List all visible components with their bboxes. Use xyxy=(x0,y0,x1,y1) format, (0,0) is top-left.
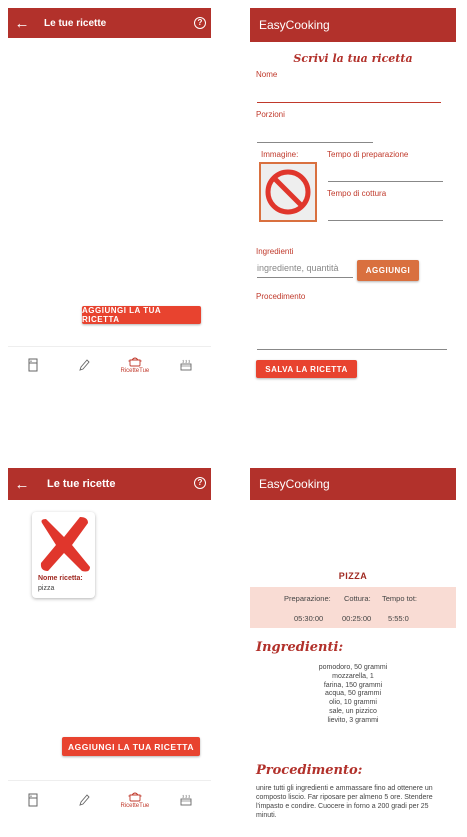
add-recipe-button[interactable]: AGGIUNGI LA TUA RICETTA xyxy=(62,737,200,756)
add-recipe-button[interactable]: AGGIUNGI LA TUA RICETTA xyxy=(82,306,201,324)
app-bar: EasyCooking xyxy=(250,8,456,42)
total-time-value: 5:55:0 xyxy=(388,614,409,623)
ingredients-title: Ingredienti: xyxy=(256,640,344,655)
prep-time-label: Tempo di preparazione xyxy=(327,150,409,159)
help-icon[interactable]: ? xyxy=(194,477,206,489)
nav-item-fridge[interactable] xyxy=(8,358,58,372)
prep-time-label: Preparazione: xyxy=(284,594,331,603)
portions-label: Porzioni xyxy=(256,110,285,119)
pan-icon xyxy=(180,794,192,805)
back-arrow-icon[interactable]: ← xyxy=(10,476,34,493)
nav-item-my-recipes[interactable]: RicetteTue xyxy=(110,355,160,374)
bottom-navigation: RicetteTue xyxy=(8,346,211,382)
page-title: Le tue ricette xyxy=(44,17,107,29)
ingredients-label: Ingredienti xyxy=(256,247,294,256)
cooking-pot-icon xyxy=(128,357,142,367)
prep-time-value: 05:30:00 xyxy=(294,614,324,623)
image-picker[interactable] xyxy=(259,162,317,222)
ingredient-item: olio, 10 grammi xyxy=(329,699,377,707)
portions-input[interactable] xyxy=(257,131,373,143)
prep-time-input[interactable] xyxy=(328,170,443,182)
procedure-text: unire tutti gli ingredienti e ammassare … xyxy=(256,785,433,819)
page-title: Le tue ricette xyxy=(47,478,116,490)
back-arrow-icon[interactable]: ← xyxy=(10,15,34,32)
no-image-icon xyxy=(265,169,311,215)
pan-icon xyxy=(180,359,192,370)
help-icon[interactable]: ? xyxy=(194,17,206,29)
name-input[interactable] xyxy=(257,91,441,103)
nav-item-fridge[interactable] xyxy=(8,793,58,807)
add-ingredient-button[interactable]: AGGIUNGI xyxy=(357,260,419,281)
fridge-icon xyxy=(28,358,38,371)
nav-item-write[interactable] xyxy=(59,793,109,807)
save-recipe-button[interactable]: SALVA LA RICETTA xyxy=(256,360,357,378)
nav-item-write[interactable] xyxy=(59,358,109,372)
name-label: Nome xyxy=(256,70,278,79)
cooking-pot-icon xyxy=(128,792,142,802)
app-bar: ← Le tue ricette ? xyxy=(8,468,211,500)
cook-time-value: 00:25:00 xyxy=(342,614,372,623)
ingredient-item: mozzarella, 1 xyxy=(332,672,374,680)
form-heading: Scrivi la tua ricetta xyxy=(293,52,413,65)
nav-item-cook[interactable] xyxy=(161,359,211,371)
total-time-label: Tempo tot: xyxy=(382,594,418,603)
recipe-title: PIZZA xyxy=(338,571,368,581)
nav-item-label: RicetteTue xyxy=(120,803,150,809)
pencil-icon xyxy=(79,793,90,806)
ingredient-input[interactable]: ingrediente, quantità xyxy=(257,263,353,278)
procedure-label: Procedimento xyxy=(256,292,306,301)
ingredient-item: lievito, 3 grammi xyxy=(327,716,379,724)
ingredient-item: pomodoro, 50 grammi xyxy=(318,664,388,671)
recipe-name-value: pizza xyxy=(38,585,55,592)
nav-item-my-recipes[interactable]: RicetteTue xyxy=(110,790,160,809)
app-bar: ← Le tue ricette ? xyxy=(8,8,211,38)
cook-time-label: Cottura: xyxy=(344,594,371,603)
ingredient-item: farina, 150 grammi xyxy=(323,681,383,689)
pencil-icon xyxy=(79,358,90,371)
fridge-icon xyxy=(28,793,38,806)
procedure-title: Procedimento: xyxy=(256,763,363,778)
ingredients-list: pomodoro, 50 grammi mozzarella, 1 farina… xyxy=(250,664,456,726)
recipe-name-label: Nome ricetta: xyxy=(38,575,83,582)
app-bar: EasyCooking xyxy=(250,468,456,500)
app-title: EasyCooking xyxy=(259,18,330,32)
nav-item-label: RicetteTue xyxy=(120,368,150,374)
procedure-input[interactable] xyxy=(257,338,447,350)
bottom-navigation: RicetteTue xyxy=(8,780,211,818)
image-label: Immagine: xyxy=(261,150,299,159)
cook-time-input[interactable] xyxy=(328,209,443,221)
app-title: EasyCooking xyxy=(259,477,330,491)
nav-item-cook[interactable] xyxy=(161,794,211,806)
ingredient-item: sale, un pizzico xyxy=(329,707,377,715)
recipe-placeholder-x-icon xyxy=(40,517,90,572)
recipe-card[interactable]: Nome ricetta: pizza xyxy=(32,512,95,598)
ingredient-item: acqua, 50 grammi xyxy=(324,690,382,698)
cook-time-label: Tempo di cottura xyxy=(327,189,387,198)
times-panel: Preparazione: Cottura: Tempo tot: 05:30:… xyxy=(250,587,456,628)
